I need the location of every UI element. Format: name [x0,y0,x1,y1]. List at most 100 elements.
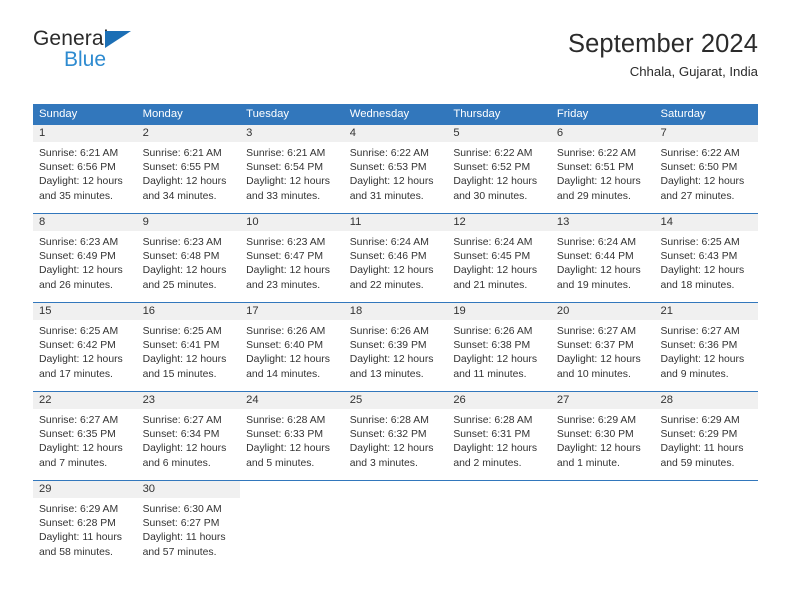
daylight-text-line1: Daylight: 12 hours [142,354,227,366]
calendar-day-cell[interactable]: 22 Sunrise: 6:27 AM Sunset: 6:35 PM Dayligh… [33,392,137,480]
sunset-text: Sunset: 6:43 PM [660,251,738,263]
calendar-day-cell[interactable]: 29 Sunrise: 6:29 AM Sunset: 6:28 PM Dayligh… [33,481,137,569]
day-number-band: 2 [136,125,241,142]
sunrise-text: Sunrise: 6:26 AM [349,326,429,337]
day-sun-info: Sunrise: 6:28 AM Sunset: 6:33 PM Daylight:… [240,409,344,471]
sunset-text: Sunset: 6:36 PM [660,340,738,352]
calendar-day-cell[interactable]: 24 Sunrise: 6:28 AM Sunset: 6:33 PM Dayligh… [240,392,344,480]
calendar-empty-cell [240,481,344,569]
sunrise-text: Sunrise: 6:23 AM [246,237,326,248]
calendar-day-cell[interactable]: 5 Sunrise: 6:22 AM Sunset: 6:52 PM Daylight… [447,125,551,213]
logo-text-general: General [33,27,109,50]
calendar-body: 1 Sunrise: 6:21 AM Sunset: 6:56 PM Daylight… [33,125,759,569]
daylight-text-line1: Daylight: 12 hours [246,176,330,188]
day-number: 27 [556,394,570,406]
day-number: 14 [660,216,673,228]
day-sun-info: Sunrise: 6:21 AM Sunset: 6:54 PM Daylight:… [240,142,344,204]
daylight-text-line1: Daylight: 12 hours [349,265,434,277]
day-number: 3 [246,127,253,139]
calendar-day-cell[interactable]: 6 Sunrise: 6:22 AM Sunset: 6:51 PM Daylight… [550,125,655,213]
day-sun-info: Sunrise: 6:25 AM Sunset: 6:42 PM Daylight:… [33,320,137,382]
sunrise-text: Sunrise: 6:22 AM [660,148,740,159]
day-sun-info: Sunrise: 6:23 AM Sunset: 6:47 PM Daylight:… [240,231,344,293]
calendar-day-cell[interactable]: 4 Sunrise: 6:22 AM Sunset: 6:53 PM Daylight… [343,125,448,213]
calendar-page: General Blue September 2024 Chhala, Guja… [0,0,792,612]
day-number: 9 [142,216,149,228]
calendar-day-cell[interactable]: 9 Sunrise: 6:23 AM Sunset: 6:48 PM Daylight… [136,214,241,302]
calendar-day-cell[interactable]: 20 Sunrise: 6:27 AM Sunset: 6:37 PM Dayligh… [550,303,655,391]
calendar-day-cell[interactable]: 11 Sunrise: 6:24 AM Sunset: 6:46 PM Dayligh… [343,214,448,302]
day-number: 17 [246,305,259,317]
day-number: 20 [556,305,570,317]
day-number-band: 21 [654,303,759,320]
calendar-day-cell[interactable]: 21 Sunrise: 6:27 AM Sunset: 6:36 PM Dayligh… [654,303,759,391]
calendar-day-cell[interactable]: 27 Sunrise: 6:29 AM Sunset: 6:30 PM Dayligh… [550,392,655,480]
day-sun-info: Sunrise: 6:22 AM Sunset: 6:51 PM Daylight:… [551,142,655,204]
day-number: 15 [39,305,52,317]
calendar-day-cell[interactable]: 23 Sunrise: 6:27 AM Sunset: 6:34 PM Dayligh… [136,392,241,480]
day-number-band [343,481,448,498]
calendar-day-cell[interactable]: 12 Sunrise: 6:24 AM Sunset: 6:45 PM Dayligh… [447,214,551,302]
calendar-day-cell[interactable]: 30 Sunrise: 6:30 AM Sunset: 6:27 PM Dayligh… [136,481,241,569]
day-number: 2 [142,127,149,139]
calendar-day-cell[interactable]: 1 Sunrise: 6:21 AM Sunset: 6:56 PM Daylight… [33,125,137,213]
calendar-day-cell[interactable]: 14 Sunrise: 6:25 AM Sunset: 6:43 PM Dayligh… [654,214,759,302]
sunset-text: Sunset: 6:27 PM [142,518,220,530]
calendar-week-row: 15 Sunrise: 6:25 AM Sunset: 6:42 PM Dayligh… [33,302,759,391]
daylight-text-line2: and 33 minutes. [246,190,321,202]
calendar-day-cell[interactable]: 25 Sunrise: 6:28 AM Sunset: 6:32 PM Dayligh… [343,392,448,480]
day-sun-info: Sunrise: 6:27 AM Sunset: 6:34 PM Daylight:… [137,409,241,471]
general-blue-logo[interactable]: General Blue [33,28,143,78]
day-number-band: 28 [654,392,759,409]
day-number-band [447,481,551,498]
triangle-icon [105,31,131,48]
sunset-text: Sunset: 6:48 PM [142,251,220,263]
calendar-day-cell[interactable]: 3 Sunrise: 6:21 AM Sunset: 6:54 PM Daylight… [240,125,344,213]
daylight-text-line2: and 59 minutes. [660,457,735,469]
day-number: 25 [349,394,363,406]
sunset-text: Sunset: 6:53 PM [349,162,427,174]
day-number-band: 17 [240,303,344,320]
day-number: 26 [453,394,466,406]
sunrise-text: Sunrise: 6:29 AM [39,504,119,515]
daylight-text-line1: Daylight: 12 hours [39,354,123,366]
calendar-day-cell[interactable]: 28 Sunrise: 6:29 AM Sunset: 6:29 PM Dayligh… [654,392,759,480]
calendar-week-row: 1 Sunrise: 6:21 AM Sunset: 6:56 PM Daylight… [33,125,759,213]
calendar-day-cell[interactable]: 7 Sunrise: 6:22 AM Sunset: 6:50 PM Daylight… [654,125,759,213]
day-sun-info: Sunrise: 6:23 AM Sunset: 6:49 PM Daylight:… [33,231,137,293]
day-sun-info: Sunrise: 6:28 AM Sunset: 6:32 PM Daylight:… [344,409,448,471]
day-number-band [654,481,759,498]
calendar-day-cell[interactable]: 8 Sunrise: 6:23 AM Sunset: 6:49 PM Daylight… [33,214,137,302]
calendar-day-cell[interactable]: 2 Sunrise: 6:21 AM Sunset: 6:55 PM Daylight… [136,125,241,213]
daylight-text-line1: Daylight: 12 hours [453,354,538,366]
day-number: 12 [453,216,466,228]
day-number-band: 27 [550,392,655,409]
sunrise-text: Sunrise: 6:27 AM [142,415,222,426]
calendar-day-cell[interactable]: 16 Sunrise: 6:25 AM Sunset: 6:41 PM Dayligh… [136,303,241,391]
daylight-text-line2: and 19 minutes. [556,279,631,291]
day-number-band: 22 [33,392,137,409]
calendar-empty-cell [550,481,655,569]
calendar-day-cell[interactable]: 26 Sunrise: 6:28 AM Sunset: 6:31 PM Dayligh… [447,392,551,480]
calendar-day-cell[interactable]: 19 Sunrise: 6:26 AM Sunset: 6:38 PM Dayligh… [447,303,551,391]
daylight-text-line1: Daylight: 12 hours [556,354,641,366]
day-number-band: 10 [240,214,344,231]
calendar-week-row: 29 Sunrise: 6:29 AM Sunset: 6:28 PM Dayligh… [33,480,759,569]
sunrise-text: Sunrise: 6:25 AM [142,326,222,337]
sunset-text: Sunset: 6:54 PM [246,162,323,174]
daylight-text-line2: and 15 minutes. [142,368,217,380]
day-number: 1 [39,127,46,139]
calendar-empty-cell [447,481,551,569]
day-number-band: 14 [654,214,759,231]
daylight-text-line2: and 6 minutes. [142,457,211,469]
calendar-day-cell[interactable]: 15 Sunrise: 6:25 AM Sunset: 6:42 PM Dayligh… [33,303,137,391]
daylight-text-line1: Daylight: 12 hours [39,176,123,188]
calendar-day-cell[interactable]: 17 Sunrise: 6:26 AM Sunset: 6:40 PM Dayligh… [240,303,344,391]
calendar-day-cell[interactable]: 18 Sunrise: 6:26 AM Sunset: 6:39 PM Dayligh… [343,303,448,391]
calendar-day-cell[interactable]: 13 Sunrise: 6:24 AM Sunset: 6:44 PM Dayligh… [550,214,655,302]
calendar-day-cell[interactable]: 10 Sunrise: 6:23 AM Sunset: 6:47 PM Dayligh… [240,214,344,302]
daylight-text-line1: Daylight: 12 hours [660,354,745,366]
sunrise-text: Sunrise: 6:27 AM [39,415,119,426]
daylight-text-line1: Daylight: 12 hours [39,443,123,455]
sunset-text: Sunset: 6:40 PM [246,340,323,352]
